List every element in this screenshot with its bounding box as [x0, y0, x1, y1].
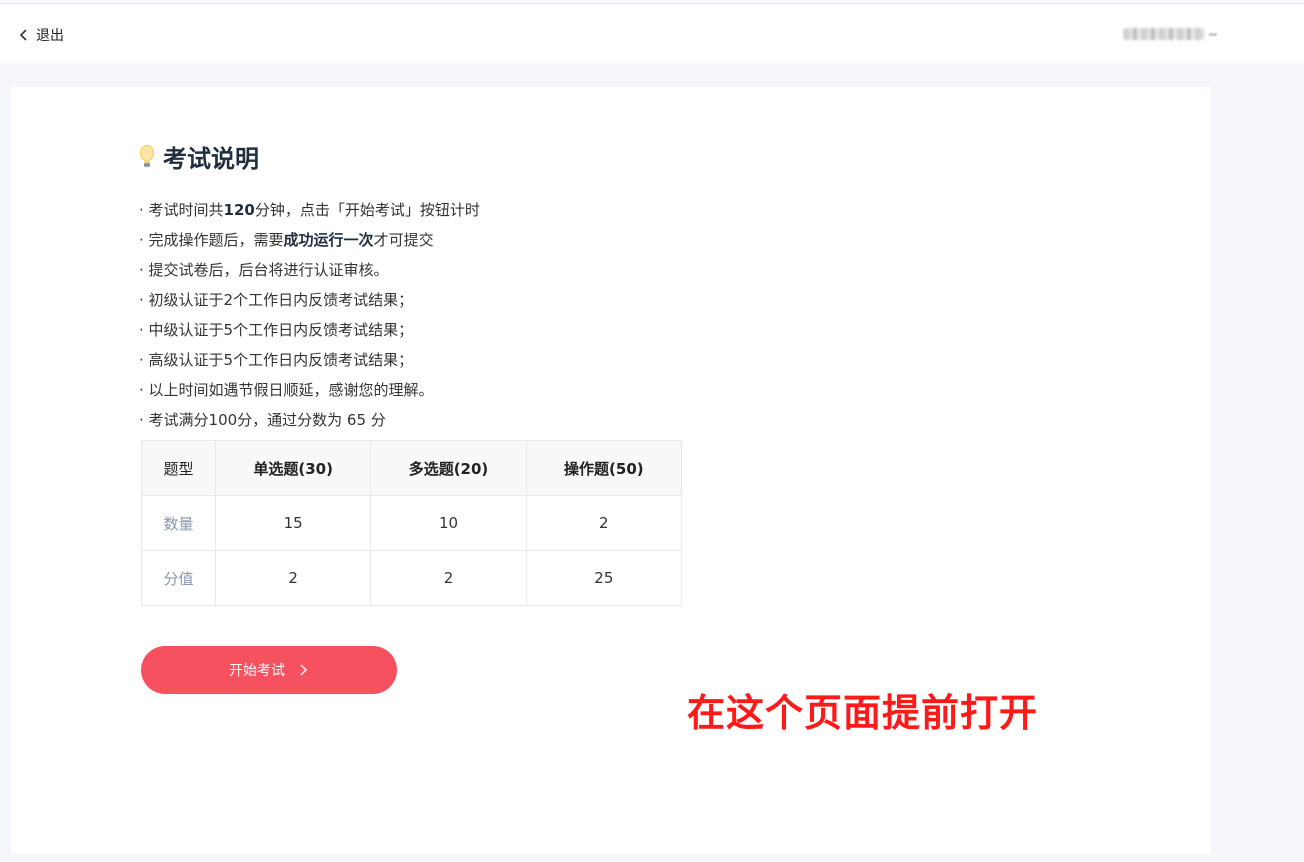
table-header-cell: 单选题(30) [214, 440, 372, 496]
exam-note-text: · 初级认证于2个工作日内反馈考试结果； [139, 291, 414, 309]
table-cell: 25 [525, 550, 683, 606]
question-type-table: 题型 单选题(30) 多选题(20) 操作题(50) 数量 15 10 2 分值… [141, 440, 683, 606]
table-header-cell: 操作题(50) [525, 440, 683, 496]
exam-notes-list: · 考试时间共120分钟，点击「开始考试」按钮计时 · 完成操作题后，需要成功运行… [139, 195, 480, 435]
table-cell: 10 [370, 495, 527, 551]
exam-note: · 以上时间如遇节假日顺延，感谢您的理解。 [139, 375, 480, 405]
table-cell: 数量 [141, 495, 216, 551]
chevron-right-icon [300, 664, 307, 676]
table-cell: 2 [370, 550, 527, 606]
exit-button[interactable]: 退出 [18, 25, 64, 45]
red-annotation-text: 在这个页面提前打开 [687, 691, 1039, 735]
exam-note-text: · 完成操作题后，需要 [139, 231, 284, 249]
lightbulb-icon [140, 144, 154, 167]
exam-note-text: 才可提交 [373, 231, 434, 249]
exam-note-text: · 中级认证于5个工作日内反馈考试结果； [139, 321, 414, 339]
exam-note-text: · 提交试卷后，后台将进行认证审核。 [139, 261, 389, 279]
exam-note-text: · 考试满分100分，通过分数为 65 分 [139, 411, 386, 429]
chevron-left-icon [19, 29, 27, 41]
table-row: 分值 2 2 25 [141, 550, 683, 606]
table-cell: 15 [214, 495, 372, 551]
page-title: 考试说明 [163, 145, 259, 173]
table-cell: 2 [214, 550, 372, 606]
exam-note: · 初级认证于2个工作日内反馈考试结果； [139, 285, 480, 315]
start-exam-button[interactable]: 开始考试 [141, 646, 397, 694]
start-exam-label: 开始考试 [229, 663, 285, 679]
exam-note-text: · 考试时间共 [139, 201, 224, 219]
table-header-cell: 题型 [141, 440, 216, 496]
exam-note-text: · 以上时间如遇节假日顺延，感谢您的理解。 [139, 381, 434, 399]
exam-note: · 中级认证于5个工作日内反馈考试结果； [139, 315, 480, 345]
exam-note-text: · 高级认证于5个工作日内反馈考试结果； [139, 351, 414, 369]
exam-info-card: 考试说明 · 考试时间共120分钟，点击「开始考试」按钮计时 · 完成操作题后，需… [11, 87, 1211, 854]
table-row: 数量 15 10 2 [141, 495, 683, 551]
exam-note-text: 分钟，点击「开始考试」按钮计时 [254, 201, 480, 219]
exit-label: 退出 [36, 28, 64, 44]
table-header-row: 题型 单选题(30) 多选题(20) 操作题(50) [141, 440, 683, 496]
title-row: 考试说明 [137, 139, 259, 174]
exam-note-emphasis: 成功运行一次 [283, 231, 374, 249]
exam-note: · 考试满分100分，通过分数为 65 分 [139, 405, 480, 435]
exam-note: · 考试时间共120分钟，点击「开始考试」按钮计时 [139, 195, 480, 225]
user-name-blurred [1123, 28, 1205, 40]
exam-note: · 完成操作题后，需要成功运行一次才可提交 [139, 225, 480, 255]
exam-note-emphasis: 120 [223, 201, 255, 219]
top-bar: 退出 [0, 3, 1304, 63]
exam-note: · 高级认证于5个工作日内反馈考试结果； [139, 345, 480, 375]
exam-note: · 提交试卷后，后台将进行认证审核。 [139, 255, 480, 285]
user-menu[interactable] [1123, 28, 1217, 40]
table-cell: 分值 [141, 550, 216, 606]
table-cell: 2 [525, 495, 683, 551]
table-header-cell: 多选题(20) [370, 440, 527, 496]
chevron-down-icon [1209, 32, 1217, 36]
